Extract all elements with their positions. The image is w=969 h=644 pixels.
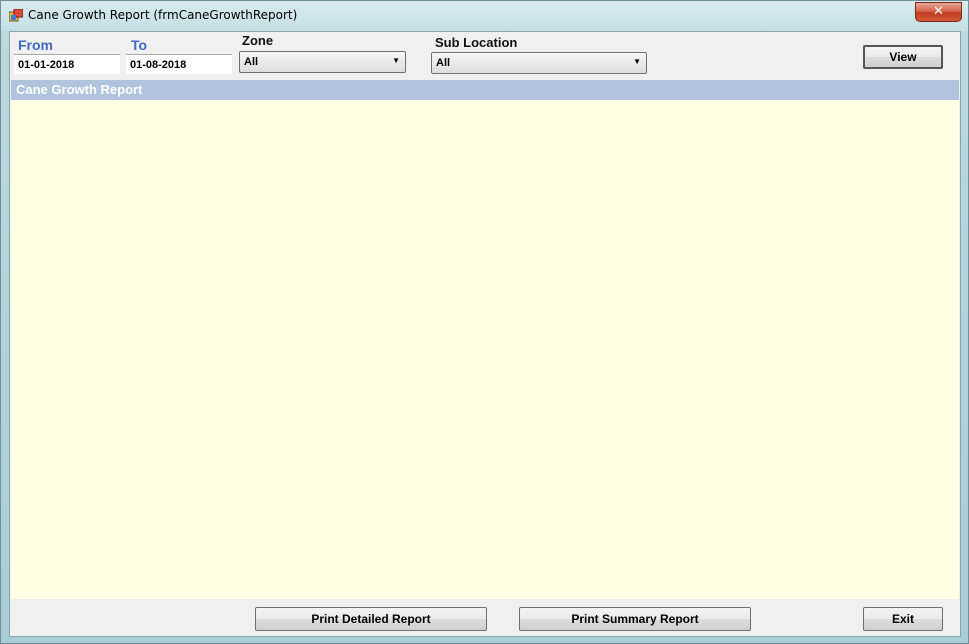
title-bar[interactable]: Cane Growth Report (frmCaneGrowthReport)… — [1, 1, 968, 31]
window-title: Cane Growth Report (frmCaneGrowthReport) — [28, 8, 298, 22]
zone-dropdown[interactable]: All ▼ — [239, 51, 406, 73]
print-summary-report-button[interactable]: Print Summary Report — [519, 607, 751, 631]
from-date-field[interactable]: 01-01-2018 — [14, 54, 120, 74]
sublocation-dropdown[interactable]: All ▼ — [431, 52, 647, 74]
report-header: Cane Growth Report — [11, 80, 959, 100]
chevron-down-icon: ▼ — [392, 56, 400, 65]
report-viewer-area[interactable] — [11, 100, 959, 599]
to-date-value: 01-08-2018 — [130, 59, 187, 71]
zone-selected-value: All — [244, 56, 259, 68]
sublocation-label: Sub Location — [435, 35, 518, 50]
app-icon — [9, 9, 23, 22]
print-detailed-report-button[interactable]: Print Detailed Report — [255, 607, 487, 631]
window: Cane Growth Report (frmCaneGrowthReport)… — [0, 0, 969, 644]
form-client-area: From 01-01-2018 To 01-08-2018 Zone All ▼… — [9, 31, 961, 637]
close-button[interactable]: ✕ — [915, 2, 962, 22]
from-date-value: 01-01-2018 — [18, 59, 75, 71]
to-label: To — [131, 37, 148, 53]
view-button[interactable]: View — [863, 45, 943, 69]
from-label: From — [18, 37, 53, 53]
to-date-field[interactable]: 01-08-2018 — [126, 54, 232, 74]
close-icon: ✕ — [933, 4, 944, 19]
exit-button[interactable]: Exit — [863, 607, 943, 631]
chevron-down-icon: ▼ — [633, 57, 641, 66]
sublocation-selected-value: All — [436, 57, 451, 69]
zone-label: Zone — [242, 33, 274, 48]
